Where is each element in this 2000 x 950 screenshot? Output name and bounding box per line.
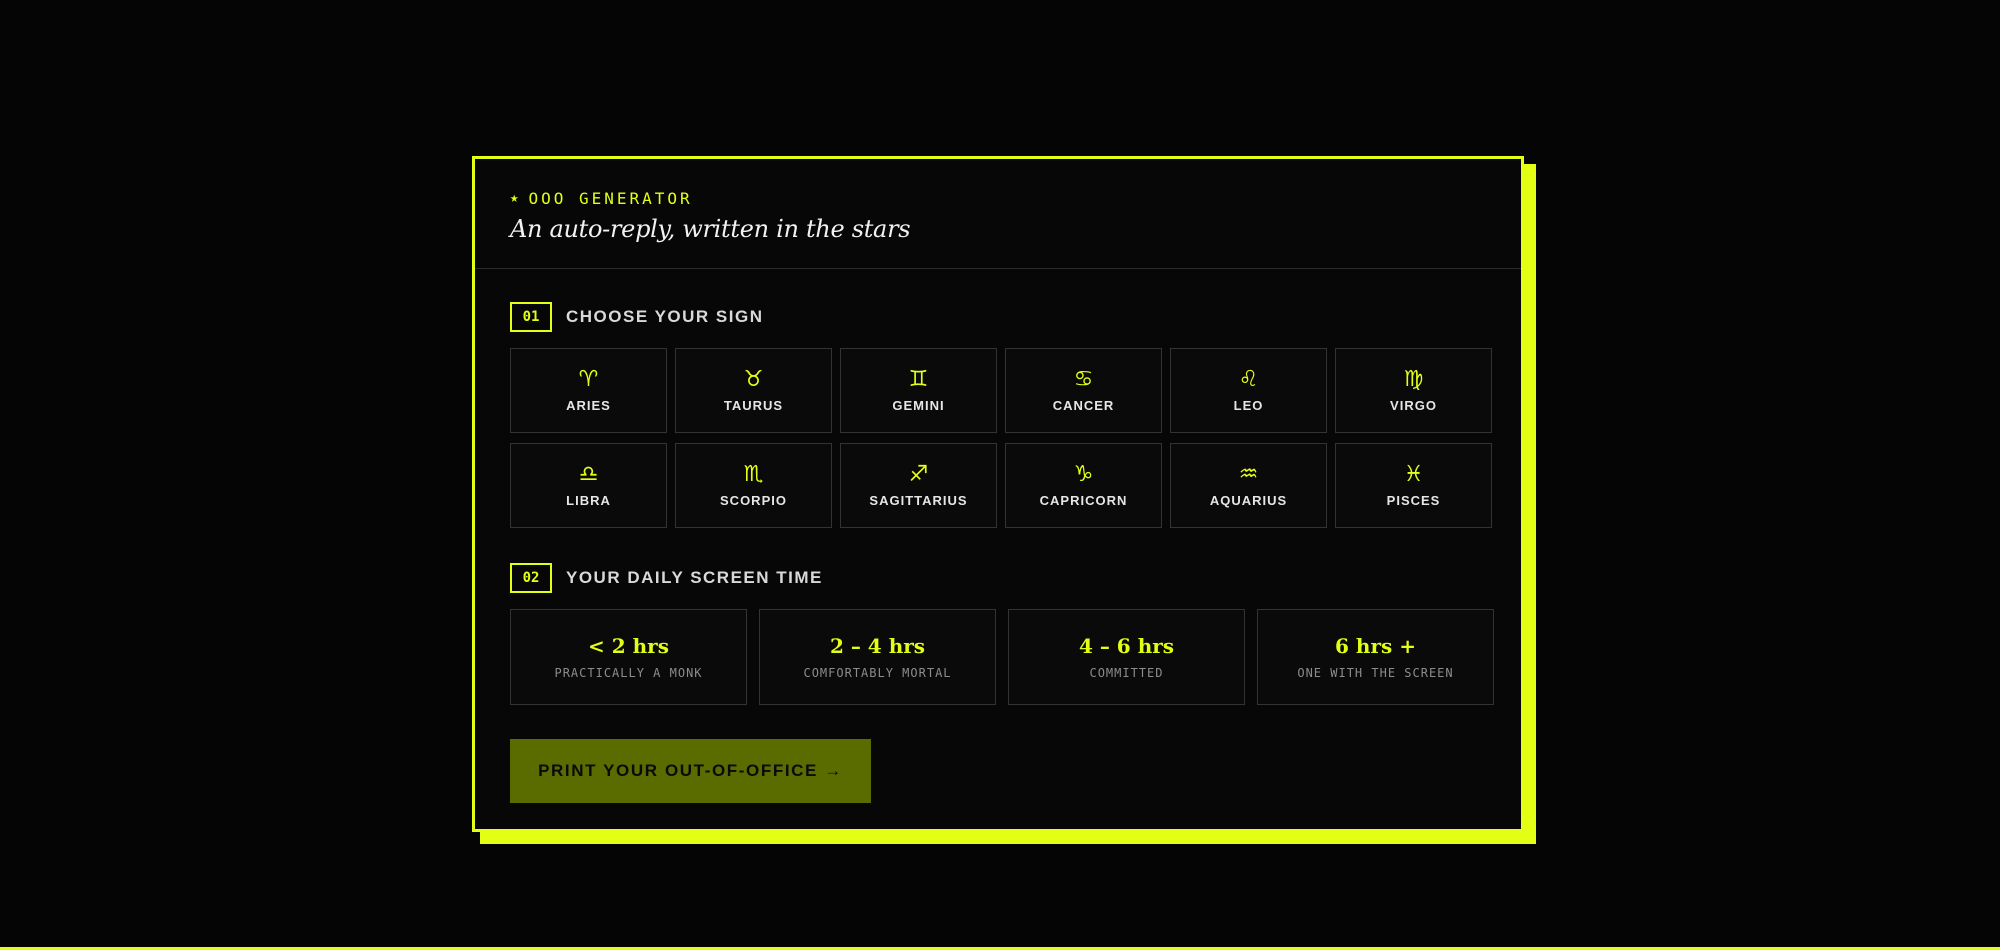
sign-aquarius[interactable]: ♒ AQUARIUS [1170, 443, 1327, 528]
sign-label: TAURUS [723, 398, 784, 413]
screen-time-option-6-plus[interactable]: 6 hrs + ONE WITH THE SCREEN [1257, 609, 1494, 705]
sign-label: AQUARIUS [1209, 493, 1288, 508]
sign-label: CAPRICORN [1039, 493, 1128, 508]
screen-time-section: 02 YOUR DAILY SCREEN TIME < 2 hrs PRACTI… [510, 563, 1494, 705]
screen-time-caption: COMFORTABLY MORTAL [803, 666, 952, 680]
step-badge-01: 01 [510, 302, 552, 332]
screen-time-option-2-4[interactable]: 2 – 4 hrs COMFORTABLY MORTAL [759, 609, 996, 705]
screen-time-range: 4 – 6 hrs [1078, 634, 1175, 658]
eyebrow-label: OOO GENERATOR [528, 188, 693, 208]
sign-section: 01 CHOOSE YOUR SIGN ♈ ARIES ♉ TAURUS ♊ G… [510, 302, 1493, 528]
sign-gemini[interactable]: ♊ GEMINI [840, 348, 997, 433]
sign-sagittarius[interactable]: ♐ SAGITTARIUS [840, 443, 997, 528]
step-badge-02: 02 [510, 563, 552, 593]
sign-taurus[interactable]: ♉ TAURUS [675, 348, 832, 433]
star-icon: ★ [510, 190, 519, 206]
libra-icon: ♎ [578, 462, 599, 487]
sagittarius-icon: ♐ [908, 462, 929, 487]
cancer-icon: ♋ [1073, 367, 1094, 392]
card-header: ★ OOO GENERATOR An auto-reply, written i… [475, 159, 1521, 269]
leo-icon: ♌ [1238, 367, 1259, 392]
sign-label: SCORPIO [720, 493, 787, 508]
screen-time-caption: PRACTICALLY A MONK [554, 666, 703, 680]
taurus-icon: ♉ [743, 367, 764, 392]
screen-time-header: 02 YOUR DAILY SCREEN TIME [510, 563, 1493, 593]
sign-label: CANCER [1052, 398, 1115, 413]
screen-time-option-under-2[interactable]: < 2 hrs PRACTICALLY A MONK [510, 609, 747, 705]
sign-scorpio[interactable]: ♏ SCORPIO [675, 443, 832, 528]
pisces-icon: ♓ [1403, 462, 1424, 487]
scorpio-icon: ♏ [743, 462, 764, 487]
sign-label: GEMINI [892, 398, 945, 413]
sign-label: LIBRA [566, 493, 611, 508]
sign-virgo[interactable]: ♍ VIRGO [1335, 348, 1492, 433]
screen-time-range: 2 – 4 hrs [829, 634, 926, 658]
aries-icon: ♈ [578, 367, 599, 392]
eyebrow: ★ OOO GENERATOR [510, 187, 1521, 209]
gemini-icon: ♊ [908, 367, 929, 392]
capricorn-icon: ♑ [1073, 462, 1094, 487]
screen-time-range: < 2 hrs [588, 634, 669, 658]
page: ★ OOO GENERATOR An auto-reply, written i… [0, 0, 2000, 950]
sign-cancer[interactable]: ♋ CANCER [1005, 348, 1162, 433]
generator-card: ★ OOO GENERATOR An auto-reply, written i… [472, 156, 1524, 832]
sign-grid: ♈ ARIES ♉ TAURUS ♊ GEMINI ♋ CANCER ♌ LEO… [510, 348, 1493, 528]
sign-section-title: CHOOSE YOUR SIGN [566, 307, 764, 326]
sign-pisces[interactable]: ♓ PISCES [1335, 443, 1492, 528]
sign-leo[interactable]: ♌ LEO [1170, 348, 1327, 433]
screen-time-title: YOUR DAILY SCREEN TIME [566, 568, 823, 587]
sign-aries[interactable]: ♈ ARIES [510, 348, 667, 433]
sign-label: PISCES [1386, 493, 1441, 508]
aquarius-icon: ♒ [1238, 462, 1259, 487]
sign-capricorn[interactable]: ♑ CAPRICORN [1005, 443, 1162, 528]
sign-section-header: 01 CHOOSE YOUR SIGN [510, 302, 1493, 332]
virgo-icon: ♍ [1403, 367, 1424, 392]
screen-time-range: 6 hrs + [1335, 634, 1416, 658]
sign-label: VIRGO [1390, 398, 1437, 413]
screen-time-caption: COMMITTED [1089, 666, 1164, 680]
sign-label: ARIES [566, 398, 611, 413]
screen-time-option-4-6[interactable]: 4 – 6 hrs COMMITTED [1008, 609, 1245, 705]
page-subtitle: An auto-reply, written in the stars [510, 215, 911, 243]
screen-time-caption: ONE WITH THE SCREEN [1297, 666, 1454, 680]
sign-label: LEO [1233, 398, 1264, 413]
print-out-of-office-button[interactable]: PRINT YOUR OUT-OF-OFFICE → [510, 739, 871, 803]
sign-libra[interactable]: ♎ LIBRA [510, 443, 667, 528]
sign-label: SAGITTARIUS [869, 493, 968, 508]
screen-time-grid: < 2 hrs PRACTICALLY A MONK 2 – 4 hrs COM… [510, 609, 1494, 705]
